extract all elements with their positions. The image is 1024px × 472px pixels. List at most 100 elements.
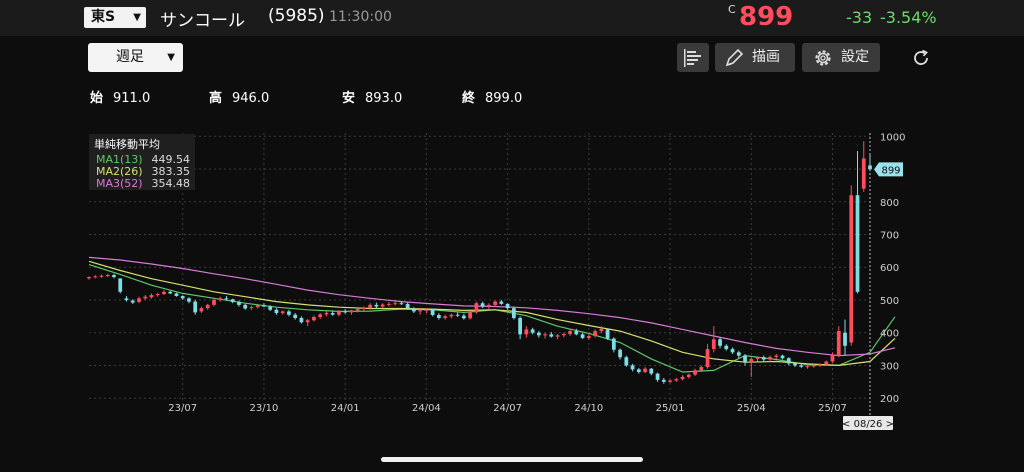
candle-body: [299, 317, 304, 323]
candle: [586, 334, 591, 340]
candle-body: [280, 311, 285, 314]
current-price: 899: [739, 2, 794, 32]
candle-body: [555, 335, 560, 337]
candle-body: [443, 316, 448, 318]
chevron-down-icon: ▼: [167, 52, 175, 63]
candle: [174, 292, 179, 297]
candle-body: [680, 376, 685, 380]
price-tag-label: 899: [881, 165, 900, 176]
candle-body: [624, 357, 629, 366]
candle-body: [499, 301, 504, 304]
y-tick-label: 400: [880, 329, 899, 340]
candle: [774, 353, 779, 359]
candle: [274, 308, 279, 315]
candle: [680, 375, 685, 381]
gear-icon: [815, 50, 831, 66]
candle: [543, 332, 547, 339]
candle-body: [187, 298, 191, 302]
candle: [580, 332, 585, 340]
candle: [524, 326, 529, 338]
candle-body: [349, 310, 354, 313]
candle-body: [224, 298, 229, 300]
candle: [168, 290, 173, 295]
candle-body: [293, 314, 298, 318]
volume-profile-button[interactable]: [677, 43, 709, 72]
candle-body: [736, 352, 741, 356]
candle-body: [137, 298, 141, 302]
candle-body: [230, 299, 235, 302]
date-tag-label: < 08/26 >: [842, 419, 894, 430]
period-select[interactable]: 週足 ▼: [88, 43, 183, 72]
candle: [861, 141, 866, 192]
candle-body: [793, 363, 797, 366]
candle-body: [474, 303, 479, 313]
candle-body: [799, 365, 804, 367]
candle-body: [124, 298, 129, 300]
candle-body: [568, 331, 572, 335]
candle: [287, 309, 291, 317]
candle: [718, 337, 722, 349]
reload-icon[interactable]: [910, 47, 932, 69]
candle: [611, 337, 616, 353]
candle: [318, 313, 323, 319]
candle-body: [405, 303, 410, 309]
candle-body: [118, 278, 123, 292]
candle: [180, 295, 185, 300]
candle: [205, 303, 210, 310]
close-label: 終: [462, 91, 476, 106]
candle: [530, 327, 535, 335]
candle-body: [855, 195, 860, 292]
candle-body: [305, 320, 310, 323]
candle: [643, 367, 647, 374]
candle-body: [237, 301, 241, 305]
candle-body: [274, 309, 279, 314]
candle: [536, 331, 541, 338]
candle: [743, 353, 747, 366]
y-tick-label: 500: [880, 296, 899, 307]
price-change-percent: -3.54%: [880, 8, 937, 27]
candle-body: [718, 339, 722, 346]
candle: [437, 313, 441, 320]
settings-button[interactable]: 設定: [802, 43, 880, 72]
market-select[interactable]: 東S ▼: [84, 7, 146, 28]
candle-body: [380, 304, 385, 307]
candle-body: [505, 303, 510, 309]
draw-button[interactable]: 描画: [715, 43, 795, 72]
candle-body: [711, 339, 716, 350]
candle-body: [561, 334, 566, 336]
candle: [312, 315, 316, 322]
candle: [849, 185, 854, 346]
candle: [499, 299, 504, 305]
candles: [87, 141, 872, 384]
candle: [462, 313, 466, 320]
draw-label: 描画: [752, 49, 780, 65]
candle-body: [693, 370, 697, 375]
ohlc-close: 終 899.0: [462, 87, 522, 106]
candle-body: [462, 315, 466, 319]
legend-ma3: MA3(52) 354.48: [96, 177, 190, 190]
candle: [736, 350, 741, 359]
candle-body: [399, 303, 404, 305]
ma-line: [88, 264, 896, 373]
candle-body: [199, 308, 204, 312]
x-tick-label: 24/07: [493, 403, 522, 414]
candle-body: [249, 307, 254, 309]
ma-line: [88, 256, 896, 357]
stock-time: 11:30:00: [329, 9, 392, 25]
candle: [593, 329, 597, 338]
y-tick-label: 300: [880, 361, 899, 372]
candle: [393, 301, 398, 306]
candle-body: [605, 329, 610, 339]
candle-body: [843, 332, 847, 346]
y-tick-label: 700: [880, 230, 899, 241]
candle-body: [768, 356, 772, 360]
candle: [674, 377, 679, 382]
candle: [843, 319, 847, 356]
home-indicator: [381, 457, 643, 462]
candle: [143, 295, 148, 300]
candle-body: [774, 355, 779, 357]
candle: [480, 301, 485, 309]
stock-name: サンコール: [160, 11, 245, 31]
settings-label: 設定: [841, 49, 869, 65]
candle-body: [393, 303, 398, 305]
